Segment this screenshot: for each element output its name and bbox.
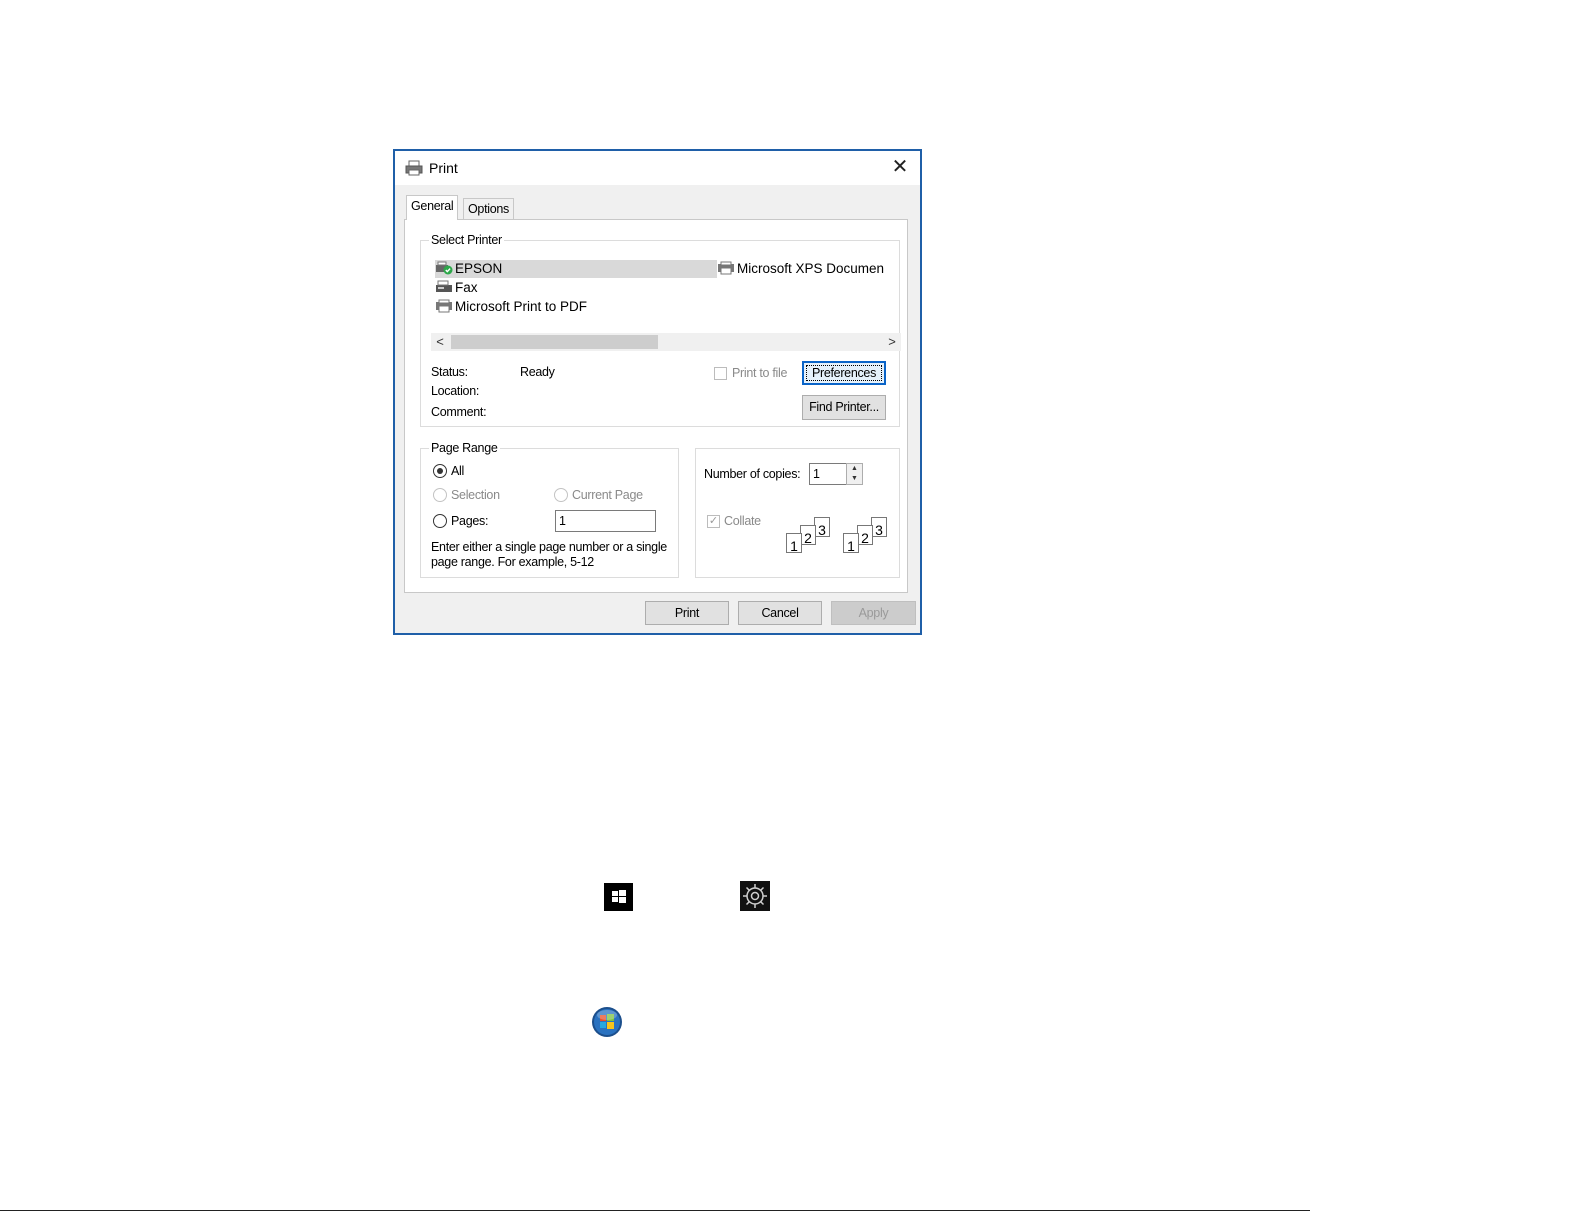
copies-group: Number of copies: 1 ▲ ▼ ✓ Collate 3 2 1 … bbox=[695, 448, 900, 578]
printer-label: Microsoft Print to PDF bbox=[455, 299, 588, 314]
apply-button[interactable]: Apply bbox=[831, 601, 916, 625]
close-button[interactable]: ✕ bbox=[888, 155, 912, 179]
windows7-orb-icon bbox=[592, 1007, 622, 1037]
page-1-icon: 1 bbox=[786, 533, 802, 554]
tab-general[interactable]: General bbox=[406, 195, 459, 220]
page-3-icon: 3 bbox=[814, 517, 830, 538]
page-footer-rule bbox=[0, 1210, 1310, 1211]
fax-icon bbox=[436, 280, 452, 292]
printer-icon bbox=[718, 261, 734, 275]
all-radio[interactable] bbox=[433, 464, 447, 478]
comment-label: Comment: bbox=[431, 405, 487, 419]
printer-list-scrollbar[interactable]: < > bbox=[431, 333, 901, 351]
gear-icon bbox=[740, 881, 770, 911]
focus-ring bbox=[806, 365, 882, 381]
print-button[interactable]: Print bbox=[645, 601, 729, 625]
find-printer-button[interactable]: Find Printer... bbox=[802, 395, 886, 420]
status-value: Ready bbox=[520, 365, 555, 379]
spin-up-icon[interactable]: ▲ bbox=[847, 464, 862, 474]
printer-icon bbox=[436, 299, 452, 313]
scroll-right-arrow[interactable]: > bbox=[883, 333, 901, 351]
page-2-icon: 2 bbox=[857, 525, 873, 546]
current-page-label: Current Page bbox=[572, 488, 643, 502]
page-3-icon: 3 bbox=[871, 517, 887, 538]
printer-label: EPSON bbox=[455, 261, 503, 276]
print-dialog: Print ✕ General Options Select Printer E… bbox=[393, 149, 922, 635]
collate-label: Collate bbox=[724, 514, 761, 528]
general-tab-panel: Select Printer EPSON Fax Microsoft Print… bbox=[404, 219, 908, 593]
printer-label: Fax bbox=[455, 280, 478, 295]
page-range-group: Page Range All Selection Current Page Pa… bbox=[420, 441, 679, 578]
copies-input[interactable]: 1 bbox=[809, 463, 847, 485]
selection-label: Selection bbox=[451, 488, 500, 502]
page-range-legend: Page Range bbox=[429, 441, 500, 455]
pages-label: Pages: bbox=[451, 514, 489, 528]
print-to-file-checkbox[interactable] bbox=[714, 367, 727, 380]
printer-label: Microsoft XPS Documen bbox=[737, 261, 885, 276]
spin-down-icon[interactable]: ▼ bbox=[847, 474, 862, 484]
page-2-icon: 2 bbox=[800, 525, 816, 546]
current-page-radio[interactable] bbox=[554, 488, 568, 502]
print-to-file-label: Print to file bbox=[732, 366, 788, 380]
printer-item-fax[interactable]: Fax bbox=[435, 279, 478, 297]
title-bar: Print ✕ bbox=[395, 151, 920, 185]
pages-radio[interactable] bbox=[433, 514, 447, 528]
tab-options[interactable]: Options bbox=[463, 198, 514, 220]
selection-radio[interactable] bbox=[433, 488, 447, 502]
page-range-hint: Enter either a single page number or a s… bbox=[431, 540, 667, 569]
location-label: Location: bbox=[431, 384, 480, 398]
copies-label: Number of copies: bbox=[704, 467, 801, 481]
default-printer-icon bbox=[436, 261, 453, 275]
scroll-left-arrow[interactable]: < bbox=[431, 333, 449, 351]
all-label: All bbox=[451, 464, 464, 478]
select-printer-group: Select Printer EPSON Fax Microsoft Print… bbox=[420, 233, 901, 427]
dialog-title: Print bbox=[429, 160, 458, 176]
cancel-button[interactable]: Cancel bbox=[738, 601, 822, 625]
preferences-button[interactable]: Preferences bbox=[802, 361, 886, 385]
printer-icon bbox=[405, 160, 423, 176]
select-printer-legend: Select Printer bbox=[429, 233, 504, 247]
pages-input[interactable]: 1 bbox=[555, 510, 656, 532]
printer-item-epson[interactable]: EPSON bbox=[435, 260, 717, 278]
status-label: Status: bbox=[431, 365, 468, 379]
windows-logo-icon bbox=[604, 883, 633, 911]
page-1-icon: 1 bbox=[843, 533, 859, 554]
scroll-thumb[interactable] bbox=[451, 335, 658, 349]
collate-checkbox[interactable]: ✓ bbox=[707, 515, 720, 528]
printer-item-microsoft-xps-document[interactable]: Microsoft XPS Documen bbox=[717, 260, 889, 278]
copies-spinner[interactable]: ▲ ▼ bbox=[846, 463, 863, 485]
printer-item-microsoft-print-to-pdf[interactable]: Microsoft Print to PDF bbox=[435, 298, 587, 316]
